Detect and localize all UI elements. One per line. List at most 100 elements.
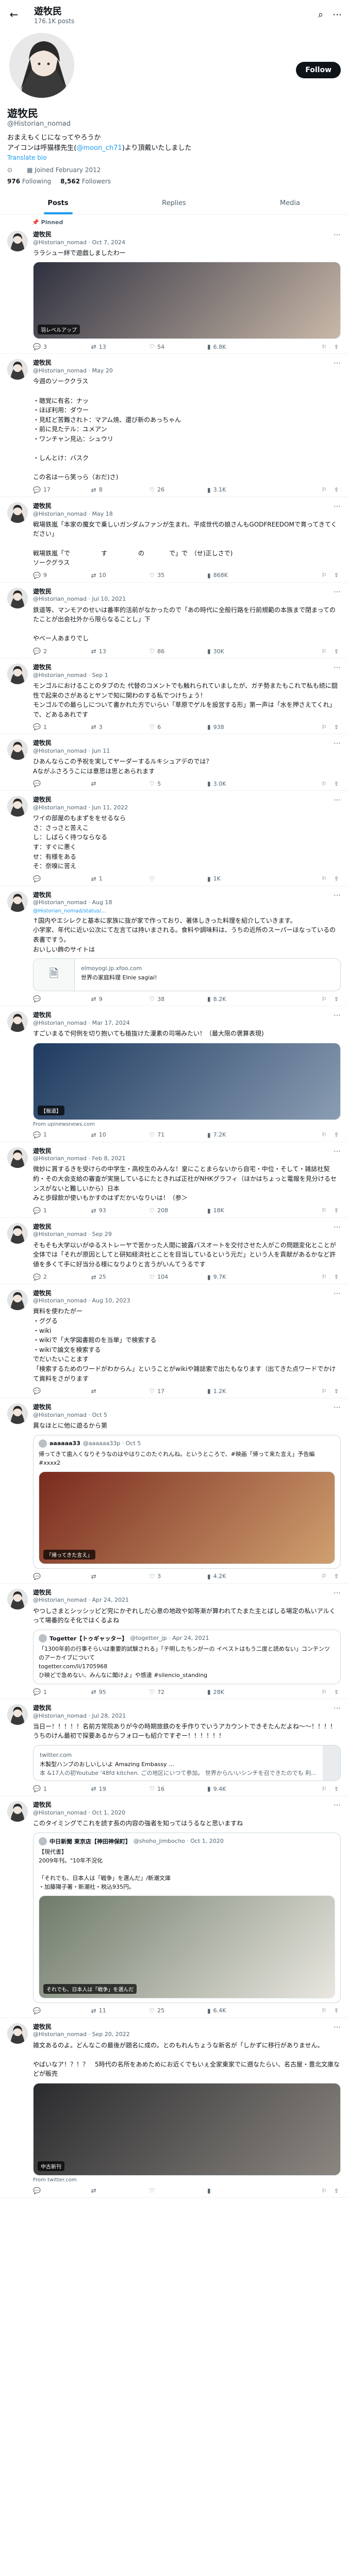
tweet-author-name[interactable]: 遊牧民 (33, 588, 52, 595)
retweet-button[interactable]: ⇄ (91, 1573, 150, 1580)
reply-button[interactable]: 💬 2 (33, 648, 91, 655)
retweet-button[interactable]: ⇄ 10 (91, 572, 150, 579)
tweet-avatar[interactable] (7, 796, 28, 817)
link-preview-card[interactable]: 🗎 elmoyogl.jp.xfoo.com 世界の家庭料理 Elnie sagia… (33, 958, 341, 992)
more-icon[interactable]: ⋯ (334, 1704, 341, 1713)
like-button[interactable]: ♡ 17 (149, 1387, 207, 1395)
views-button[interactable]: ▮ 8.2K (207, 995, 266, 1003)
tweet-item[interactable]: 📌 Pinned ⋯ 遊牧民 @Historian_nomad · Oct 7, 20… (0, 215, 348, 354)
views-button[interactable]: ▮ 9.7K (207, 1274, 266, 1281)
tweet-author-name[interactable]: 遊牧民 (33, 664, 52, 671)
tweet-avatar[interactable] (7, 664, 28, 685)
bookmark-icon[interactable]: ⚐ (322, 875, 327, 882)
share-icon[interactable]: ⇪ (334, 572, 339, 579)
reply-button[interactable]: 💬 2 (33, 1274, 91, 1281)
share-icon[interactable]: ⇪ (334, 1689, 339, 1696)
retweet-button[interactable]: ⇄ (91, 780, 150, 787)
share-icon[interactable]: ⇪ (334, 648, 339, 655)
share-icon[interactable]: ⇪ (334, 1786, 339, 1792)
tweet-author-name[interactable]: 遊牧民 (33, 796, 52, 803)
views-button[interactable]: ▮ 868K (207, 572, 266, 579)
quoted-media-image[interactable]: 「帰ってきた言え」 (39, 1471, 335, 1564)
like-button[interactable]: ♡ 5 (149, 780, 207, 787)
share-icon[interactable]: ⇪ (334, 2188, 339, 2194)
link-preview-card[interactable]: twitter.com 木製型ハンプのおしいしいよ Amazing Embassy… (33, 1745, 341, 1782)
tweet-author-name[interactable]: 遊牧民 (33, 891, 52, 899)
tweet-avatar[interactable] (7, 739, 28, 760)
reply-button[interactable]: 💬 1 (33, 1785, 91, 1792)
views-button[interactable]: ▮ 1.2K (207, 1387, 266, 1395)
tab-media[interactable]: Media (232, 192, 348, 214)
like-button[interactable]: ♡ 3 (149, 1573, 207, 1580)
bookmark-icon[interactable]: ⚐ (322, 724, 327, 731)
bookmark-icon[interactable]: ⚐ (322, 1274, 327, 1280)
views-button[interactable]: ▮ 3.1K (207, 486, 266, 494)
retweet-button[interactable]: ⇄ 13 (91, 648, 150, 655)
reply-button[interactable]: 💬 (33, 1573, 91, 1580)
tweet-item[interactable]: ⋯ 遊牧民 @Historian_nomad · Sep 1 モンゴルにおけることのタ… (0, 658, 348, 735)
views-button[interactable]: ▮ (207, 2187, 266, 2194)
tweet-item[interactable]: ⋯ 遊牧民 @Historian_nomad · Aug 10, 2023 資料を使わ… (0, 1284, 348, 1399)
more-icon[interactable]: ⋯ (334, 1223, 341, 1231)
bookmark-icon[interactable]: ⚐ (322, 1207, 327, 1214)
retweet-button[interactable]: ⇄ 11 (91, 2007, 150, 2014)
reply-button[interactable]: 💬 (33, 995, 91, 1003)
tweet-media-image[interactable]: 中古新刊 (33, 2083, 341, 2176)
retweet-button[interactable]: ⇄ 10 (91, 1131, 150, 1139)
quoted-tweet[interactable]: aaaaaa33 @aaaaaa33p · Oct 5 帰ってきて歯入くなりそうなの… (33, 1434, 341, 1569)
like-button[interactable]: ♡ 38 (149, 995, 207, 1003)
like-button[interactable]: ♡ 16 (149, 1785, 207, 1792)
bookmark-icon[interactable]: ⚐ (322, 996, 327, 1003)
share-icon[interactable]: ⇪ (334, 1207, 339, 1214)
share-icon[interactable]: ⇪ (334, 344, 339, 350)
tweet-item[interactable]: ⋯ 遊牧民 @Historian_nomad · Oct 5 異なほとに他に遊るから第… (0, 1398, 348, 1584)
bookmark-icon[interactable]: ⚐ (322, 486, 327, 493)
bookmark-icon[interactable]: ⚐ (322, 781, 327, 787)
tab-posts[interactable]: Posts (0, 192, 116, 214)
views-button[interactable]: ▮ 1K (207, 875, 266, 883)
tweet-item[interactable]: ⋯ 遊牧民 @Historian_nomad · May 20 今週のソーククラス ・… (0, 354, 348, 497)
tweet-media-image[interactable]: 羽レベルアップ (33, 262, 341, 340)
share-icon[interactable]: ⇪ (334, 486, 339, 493)
more-icon[interactable]: ⋯ (334, 1290, 341, 1298)
reply-button[interactable]: 💬 (33, 2187, 91, 2194)
tweet-subline[interactable]: @Historian_nomad/status/… (33, 908, 341, 914)
views-button[interactable]: ▮ 9.4K (207, 1785, 266, 1792)
tweet-avatar[interactable] (7, 1011, 28, 1032)
bookmark-icon[interactable]: ⚐ (322, 648, 327, 655)
tweet-item[interactable]: ⋯ 遊牧民 @Historian_nomad · Jun 11 ひあんならこの予祝を実… (0, 734, 348, 791)
like-button[interactable]: ♡ 72 (149, 1688, 207, 1696)
reply-button[interactable]: 💬 1 (33, 1688, 91, 1696)
avatar[interactable] (7, 31, 76, 100)
share-icon[interactable]: ⇪ (334, 1573, 339, 1580)
more-icon[interactable]: ⋯ (334, 502, 341, 511)
views-button[interactable]: ▮ 6.8K (207, 343, 266, 350)
follow-button[interactable]: Follow (296, 62, 341, 78)
tab-replies[interactable]: Replies (116, 192, 232, 214)
tweet-item[interactable]: ⋯ 遊牧民 @Historian_nomad · Sep 20, 2022 雑文あるの… (0, 2018, 348, 2198)
share-icon[interactable]: ⇪ (334, 781, 339, 787)
tweet-avatar[interactable] (7, 1223, 28, 1244)
bookmark-icon[interactable]: ⚐ (322, 344, 327, 350)
reply-button[interactable]: 💬 (33, 1387, 91, 1395)
like-button[interactable]: ♡ (149, 2187, 207, 2194)
tweet-item[interactable]: ⋯ 遊牧民 @Historian_nomad · Mar 17, 2024 すごいまる… (0, 1006, 348, 1142)
bookmark-icon[interactable]: ⚐ (322, 2007, 327, 2014)
views-button[interactable]: ▮ 18K (207, 1207, 266, 1214)
more-icon[interactable]: ⋯ (334, 1011, 341, 1020)
tweet-item[interactable]: ⋯ 遊牧民 @Historian_nomad · May 18 戦場鉄嵐「本家の魔女で… (0, 497, 348, 583)
like-button[interactable]: ♡ 35 (149, 572, 207, 579)
share-icon[interactable]: ⇪ (334, 875, 339, 882)
quoted-tweet[interactable]: Togetter【トゥギャッター】 @togetter_jp · Apr 24, … (33, 1629, 341, 1684)
tweet-avatar[interactable] (7, 1801, 28, 1822)
reply-button[interactable]: 💬 (33, 875, 91, 883)
bookmark-icon[interactable]: ⚐ (322, 2188, 327, 2194)
views-button[interactable]: ▮ 28K (207, 1688, 266, 1696)
tweet-author-name[interactable]: 遊牧民 (33, 1290, 52, 1297)
tweet-avatar[interactable] (7, 587, 28, 608)
views-button[interactable]: ▮ 30K (207, 648, 266, 655)
reply-button[interactable]: 💬 (33, 780, 91, 787)
tweet-item[interactable]: ⋯ 遊牧民 @Historian_nomad · Apr 24, 2021 やつしさま… (0, 1584, 348, 1699)
share-icon[interactable]: ⇪ (334, 1274, 339, 1280)
tweet-author-name[interactable]: 遊牧民 (33, 231, 52, 238)
